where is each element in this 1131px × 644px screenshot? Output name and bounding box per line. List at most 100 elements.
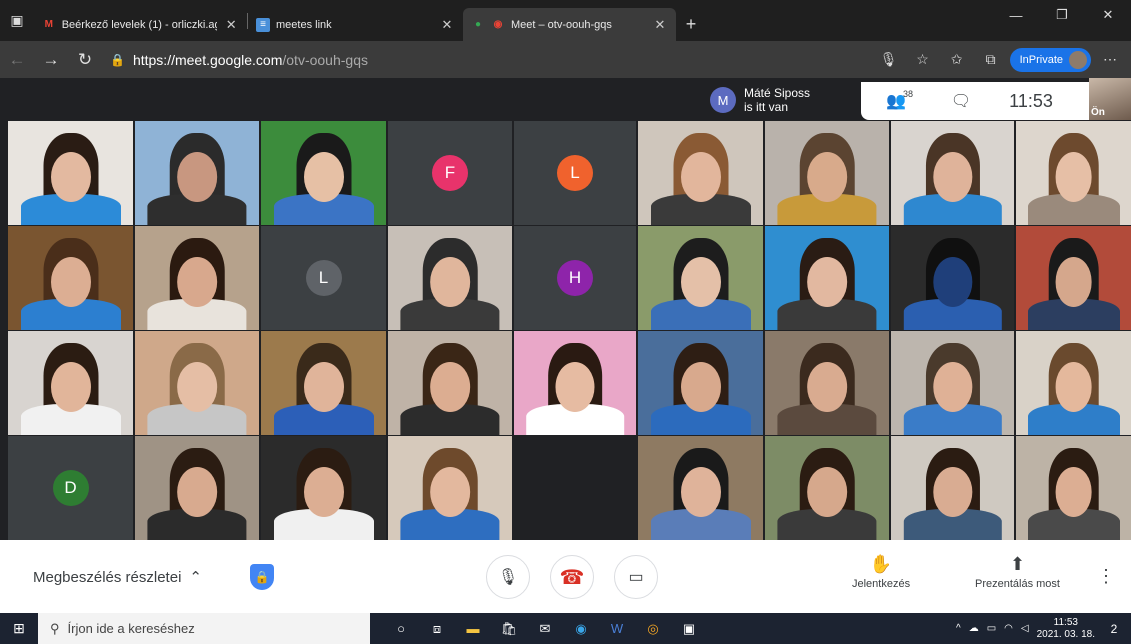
- participant-tile-video[interactable]: [891, 121, 1014, 225]
- participant-tile-video[interactable]: [8, 331, 133, 435]
- meet-icon: ●: [474, 19, 482, 30]
- window-controls: — ❐ ✕: [993, 0, 1131, 30]
- more-options-icon[interactable]: ⋮: [1097, 566, 1115, 587]
- participant-tile-video[interactable]: [135, 331, 259, 435]
- self-view-tile[interactable]: Ön: [1089, 78, 1131, 120]
- close-window-icon[interactable]: ✕: [1085, 0, 1131, 30]
- participant-initial-avatar: D: [52, 470, 89, 506]
- participant-tile-video[interactable]: [514, 331, 636, 435]
- camera-button[interactable]: ▭: [614, 555, 658, 599]
- store-icon[interactable]: 🛍: [494, 613, 524, 644]
- participant-tile-video[interactable]: [638, 121, 763, 225]
- participants-button[interactable]: 👥 38: [861, 89, 931, 111]
- participant-tile-video[interactable]: [638, 436, 763, 540]
- participant-tile-avatar[interactable]: F: [388, 121, 512, 225]
- url-field[interactable]: 🔒 https://meet.google.com/otv-oouh-gqs: [110, 52, 368, 68]
- windows-start-icon[interactable]: ⊞: [0, 613, 38, 644]
- forward-icon[interactable]: →: [34, 41, 68, 78]
- close-icon[interactable]: ✕: [652, 17, 668, 33]
- collections-icon[interactable]: ⧉: [976, 45, 1006, 75]
- new-tab-button[interactable]: +: [676, 8, 706, 41]
- participant-face: [50, 152, 91, 203]
- leave-call-button[interactable]: ☎: [550, 555, 594, 599]
- tab-gmail[interactable]: M Beérkező levelek (1) - orliczki.ag ✕: [34, 8, 247, 41]
- profile-avatar: [1069, 50, 1087, 69]
- taskbar-clock[interactable]: 11:53 2021. 03. 18.: [1037, 617, 1095, 641]
- participant-tile-video[interactable]: [638, 226, 763, 330]
- more-options-icon[interactable]: ⋯: [1095, 45, 1125, 75]
- participant-tile-video[interactable]: [135, 226, 259, 330]
- tab-title: meetes link: [276, 18, 332, 31]
- participant-tile-video[interactable]: [8, 121, 133, 225]
- participant-tile-video[interactable]: [638, 331, 763, 435]
- chat-icon[interactable]: 🗨: [931, 91, 991, 111]
- participant-tile-video[interactable]: [135, 121, 259, 225]
- participant-tile-avatar[interactable]: D: [8, 436, 133, 540]
- tab-actions-icon[interactable]: ▣: [0, 0, 34, 41]
- close-icon[interactable]: ✕: [223, 17, 239, 33]
- mail-icon[interactable]: ✉: [530, 613, 560, 644]
- close-icon[interactable]: ✕: [439, 17, 455, 33]
- participant-tile-video[interactable]: [1016, 121, 1131, 225]
- participant-tile-video[interactable]: [388, 226, 512, 330]
- participant-tile-avatar[interactable]: H: [514, 226, 636, 330]
- clock-date: 2021. 03. 18.: [1036, 628, 1095, 640]
- participant-tile-video[interactable]: [891, 226, 1014, 330]
- participant-tile-video[interactable]: [765, 226, 889, 330]
- participant-tile-video[interactable]: [1016, 226, 1131, 330]
- participant-tile-video[interactable]: [1016, 331, 1131, 435]
- cortana-icon[interactable]: ○: [386, 613, 416, 644]
- participant-tile-video[interactable]: [1016, 436, 1131, 540]
- tab-meet[interactable]: ● ◉ Meet – otv-oouh-gqs ✕: [463, 8, 676, 41]
- participant-tile-video[interactable]: [388, 436, 512, 540]
- meet-stage: M Máté Siposs is itt van 👥 38 🗨 11:53 Ön…: [0, 78, 1131, 540]
- participant-face: [807, 257, 847, 308]
- word-icon[interactable]: W: [602, 613, 632, 644]
- present-now-button[interactable]: ⬆ Prezentálás most: [975, 554, 1060, 590]
- microphone-button[interactable]: 🎙: [486, 555, 530, 599]
- participant-tile-video[interactable]: [765, 331, 889, 435]
- volume-icon[interactable]: ◁: [1021, 623, 1029, 634]
- wifi-icon[interactable]: ◠: [1004, 623, 1013, 634]
- edge-icon[interactable]: ◉: [566, 613, 596, 644]
- app-icon[interactable]: ▣: [674, 613, 704, 644]
- meeting-details-button[interactable]: Megbeszélés részletei ⌃: [33, 568, 202, 587]
- participant-tile-video[interactable]: [135, 436, 259, 540]
- add-favorite-icon[interactable]: ☆: [908, 45, 938, 75]
- participant-tile-video[interactable]: [261, 436, 386, 540]
- taskbar-search[interactable]: ⚲ Írjon ide a kereséshez: [38, 613, 370, 644]
- task-view-icon[interactable]: ⧈: [422, 613, 452, 644]
- battery-icon[interactable]: ▭: [987, 623, 996, 634]
- participant-tile-video[interactable]: [891, 331, 1014, 435]
- back-icon[interactable]: ←: [0, 41, 34, 78]
- host-controls-shield-icon[interactable]: 🔒: [250, 564, 274, 590]
- file-explorer-icon[interactable]: ▬: [458, 613, 488, 644]
- participant-tile-video[interactable]: [388, 331, 512, 435]
- participant-tile-video[interactable]: [765, 121, 889, 225]
- participant-tile-avatar[interactable]: L: [514, 121, 636, 225]
- raise-hand-button[interactable]: ✋ Jelentkezés: [852, 554, 910, 590]
- lock-icon: 🔒: [110, 52, 125, 67]
- chrome-icon[interactable]: ◎: [638, 613, 668, 644]
- participant-tile-video[interactable]: [261, 121, 386, 225]
- tab-meetes-link[interactable]: ≡ meetes link ✕: [248, 8, 463, 41]
- participant-tile-avatar[interactable]: L: [261, 226, 386, 330]
- participant-tile-video[interactable]: [765, 436, 889, 540]
- inprivate-badge[interactable]: InPrivate: [1009, 47, 1091, 72]
- participant-face: [1055, 467, 1092, 518]
- onedrive-icon[interactable]: ☁: [969, 623, 979, 634]
- participant-tile-video[interactable]: [891, 436, 1014, 540]
- browser-toolbar: 🎙 ☆ ✩ ⧉ InPrivate ⋯: [874, 41, 1125, 78]
- notification-center-icon[interactable]: 2: [1103, 618, 1125, 640]
- refresh-icon[interactable]: ↻: [68, 41, 102, 78]
- restore-icon[interactable]: ❐: [1039, 0, 1085, 30]
- participant-tile-video[interactable]: [261, 331, 386, 435]
- doc-icon: ≡: [256, 17, 270, 32]
- favorites-icon[interactable]: ✩: [942, 45, 972, 75]
- minimize-icon[interactable]: —: [993, 0, 1039, 30]
- participant-face: [680, 362, 721, 413]
- participant-tile-video[interactable]: [8, 226, 133, 330]
- chevron-up-icon[interactable]: ^: [956, 623, 961, 634]
- participant-face: [303, 152, 344, 203]
- microphone-permission-icon[interactable]: 🎙: [874, 45, 904, 75]
